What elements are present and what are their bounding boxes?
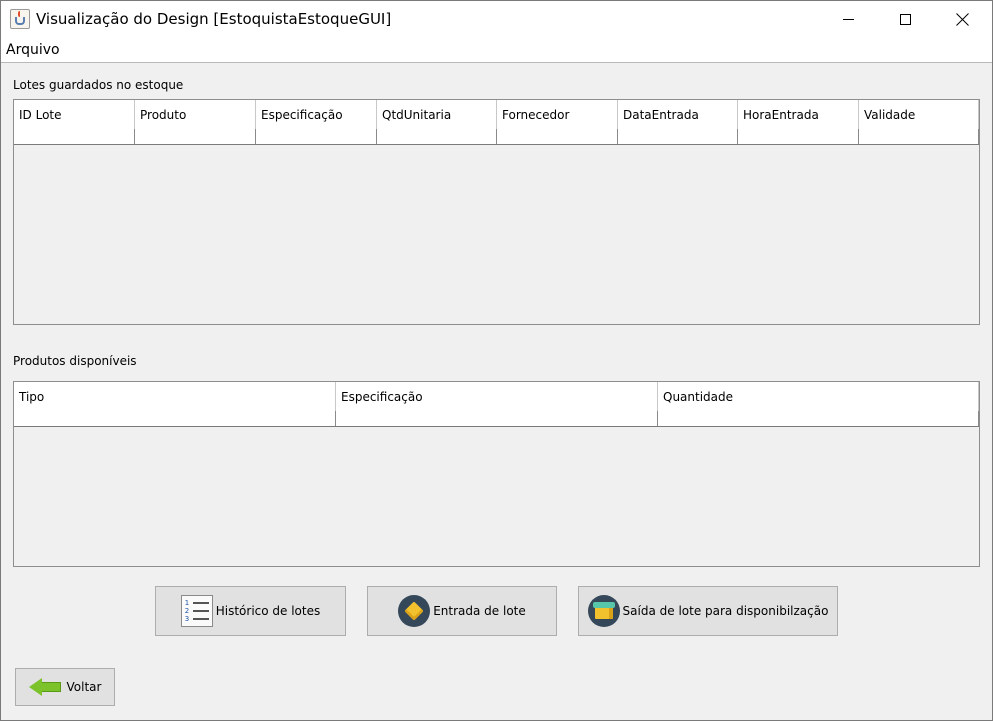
lotes-table[interactable]: ID Lote Produto Especificação QtdUnitari… [13, 99, 980, 325]
historico-lotes-button[interactable]: 123 Histórico de lotes [155, 586, 346, 636]
produtos-table[interactable]: Tipo Especificação Quantidade [13, 381, 980, 567]
column-header[interactable]: Tipo [14, 382, 336, 411]
produtos-section-label: Produtos disponíveis [13, 354, 137, 368]
column-header[interactable]: Validade [859, 100, 979, 129]
designer-window: Visualização do Design [EstoquistaEstoqu… [0, 0, 993, 721]
box-icon [398, 595, 431, 627]
saida-lote-button[interactable]: Saída de lote para disponibilzação [578, 586, 838, 636]
window-title: Visualização do Design [EstoquistaEstoqu… [36, 10, 392, 28]
close-icon [956, 12, 970, 26]
column-header[interactable]: DataEntrada [618, 100, 738, 129]
historico-lotes-label: Histórico de lotes [215, 604, 321, 618]
lotes-section-label: Lotes guardados no estoque [13, 78, 184, 92]
voltar-button[interactable]: Voltar [15, 668, 115, 706]
minimize-button[interactable] [819, 1, 877, 37]
column-header[interactable]: Produto [135, 100, 256, 129]
minimize-icon [842, 18, 854, 20]
column-header[interactable]: QtdUnitaria [377, 100, 497, 129]
lotes-table-header: ID Lote Produto Especificação QtdUnitari… [14, 100, 979, 129]
table-row[interactable] [14, 129, 979, 145]
menu-arquivo[interactable]: Arquivo [6, 42, 60, 58]
menu-bar: Arquivo [1, 37, 992, 63]
title-bar: Visualização do Design [EstoquistaEstoqu… [1, 1, 992, 37]
table-row[interactable] [14, 411, 979, 427]
voltar-label: Voltar [66, 680, 102, 694]
numbered-list-icon: 123 [180, 595, 213, 627]
entrada-lote-button[interactable]: Entrada de lote [367, 586, 557, 636]
column-header[interactable]: ID Lote [14, 100, 135, 129]
saida-lote-label: Saída de lote para disponibilzação [622, 604, 829, 618]
maximize-button[interactable] [876, 1, 934, 37]
java-app-icon [10, 9, 30, 29]
column-header[interactable]: Especificação [256, 100, 377, 129]
column-header[interactable]: Quantidade [658, 382, 979, 411]
column-header[interactable]: Fornecedor [497, 100, 618, 129]
maximize-icon [899, 13, 911, 25]
entrada-lote-label: Entrada de lote [433, 604, 526, 618]
column-header[interactable]: HoraEntrada [738, 100, 859, 129]
open-box-icon [587, 595, 620, 627]
close-button[interactable] [934, 1, 992, 37]
left-arrow-icon [28, 677, 63, 697]
produtos-table-header: Tipo Especificação Quantidade [14, 382, 979, 411]
column-header[interactable]: Especificação [336, 382, 658, 411]
